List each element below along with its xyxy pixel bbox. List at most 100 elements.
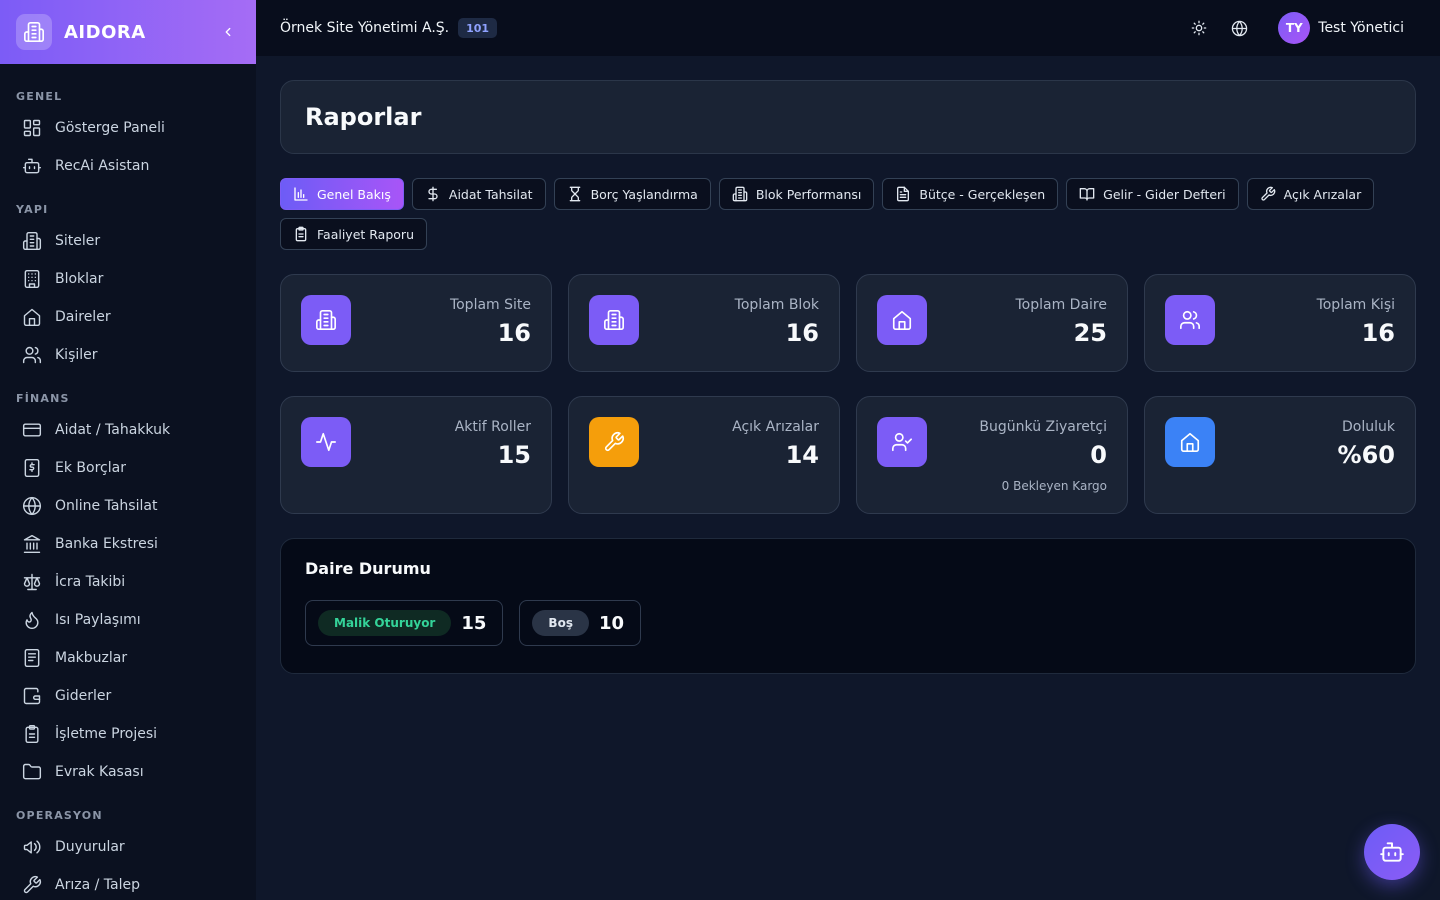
sidebar-item-duyurular[interactable]: Duyurular (8, 828, 248, 866)
dollar-doc-icon (24, 458, 40, 478)
sidebar-item-isletme-projesi[interactable]: İşletme Projesi (8, 715, 248, 753)
tab-label: Genel Bakış (317, 186, 391, 202)
sidebar-item-label: Daireler (55, 309, 111, 325)
home-icon (23, 308, 41, 327)
stat-card-toplam-site: Toplam Site 16 (280, 274, 552, 372)
sidebar-item-isi-paylasimi[interactable]: Isı Paylaşımı (8, 601, 248, 639)
hourglass-icon (569, 186, 580, 202)
sidebar-item-label: Duyurular (55, 839, 125, 855)
credit-card-icon (22, 423, 42, 437)
sidebar-item-evrak-kasasi[interactable]: Evrak Kasası (8, 753, 248, 791)
tab-label: Blok Performansı (755, 186, 862, 202)
tab-aidat-tahsilat[interactable]: Aidat Tahsilat (411, 178, 546, 210)
stat-card-icon (877, 295, 927, 345)
sidebar-item-label: Gösterge Paneli (55, 120, 165, 136)
apartment-status-list: Malik Oturuyor 15 Boş 10 (305, 600, 1391, 646)
wrench-icon (23, 875, 42, 894)
sidebar-item-label: Ek Borçlar (55, 460, 126, 476)
tab-label: Açık Arızalar (1283, 186, 1362, 202)
sidebar-item-banka-ekstresi[interactable]: Banka Ekstresi (8, 525, 248, 563)
bar-chart-icon (294, 187, 308, 201)
sidebar-item-giderler[interactable]: Giderler (8, 677, 248, 715)
stat-card-icon (589, 417, 639, 467)
dashboard-icon (23, 119, 41, 137)
sidebar-item-siteler[interactable]: Siteler (8, 222, 248, 260)
report-tabs: Genel Bakış Aidat Tahsilat Borç Yaşlandırm… (280, 178, 1420, 258)
user-name: Test Yönetici (1318, 20, 1404, 36)
sidebar-section-title: OPERASYON (16, 809, 103, 822)
tab-faaliyet-raporu[interactable]: Faaliyet Raporu (280, 218, 427, 250)
tab-blok-performansi[interactable]: Blok Performansı (718, 178, 875, 210)
dollar-icon (428, 186, 438, 202)
collapse-sidebar-button[interactable] (218, 22, 238, 42)
sidebar-item-label: Evrak Kasası (55, 764, 144, 780)
stat-card-bugunku-ziyaretci: Bugünkü Ziyaretçi 0 0 Bekleyen Kargo (856, 396, 1128, 514)
tab-label: Faaliyet Raporu (317, 226, 414, 242)
sidebar-item-label: Aidat / Tahakkuk (55, 422, 171, 438)
sidebar-item-kisiler[interactable]: Kişiler (8, 336, 248, 374)
stat-card-icon (1165, 417, 1215, 467)
globe-icon (22, 496, 42, 516)
stat-card-toplam-blok: Toplam Blok 16 (568, 274, 840, 372)
sidebar-item-label: Arıza / Talep (55, 877, 140, 893)
stats-grid: Toplam Site 16 Toplam Blok 16 Toplam Daire 25… (280, 274, 1416, 514)
wrench-icon (604, 432, 624, 452)
chevron-left-icon (225, 27, 231, 37)
folder-icon (22, 763, 42, 780)
sidebar-item-label: Bloklar (55, 271, 104, 287)
sidebar-item-bloklar[interactable]: Bloklar (8, 260, 248, 298)
sidebar-item-daireler[interactable]: Daireler (8, 298, 248, 336)
apartment-status-panel: Daire Durumu Malik Oturuyor 15 Boş 10 (280, 538, 1416, 674)
stat-card-doluluk: Doluluk %60 (1144, 396, 1416, 514)
stat-sublabel: 0 Bekleyen Kargo (1001, 479, 1107, 493)
language-button[interactable] (1224, 13, 1254, 43)
tab-acik-arizalar[interactable]: Açık Arızalar (1246, 178, 1375, 210)
theme-toggle-button[interactable] (1184, 13, 1214, 43)
main-content: Raporlar Genel Bakış Aidat Tahsilat Borç Y… (256, 56, 1440, 900)
sidebar-item-label: Siteler (55, 233, 101, 249)
user-check-icon (892, 432, 912, 452)
sidebar-section-title: FİNANS (16, 392, 70, 405)
tab-borc-yaslandirma[interactable]: Borç Yaşlandırma (553, 178, 711, 210)
user-menu[interactable]: TY Test Yönetici (1278, 12, 1416, 44)
apartment-status-bos: Boş 10 (519, 600, 642, 646)
sidebar-item-label: Giderler (55, 688, 112, 704)
sidebar-item-recai-asistan[interactable]: RecAi Asistan (8, 147, 248, 185)
sidebar-item-label: Kişiler (55, 347, 98, 363)
tab-butce-gerceklesen[interactable]: Bütçe - Gerçekleşen (882, 178, 1059, 210)
sidebar-item-aidat-tahakkuk[interactable]: Aidat / Tahakkuk (8, 411, 248, 449)
sidebar-item-icra-takibi[interactable]: İcra Takibi (8, 563, 248, 601)
building-icon (732, 186, 748, 202)
tab-genel-bakis[interactable]: Genel Bakış (280, 178, 404, 210)
stat-card-icon (301, 417, 351, 467)
topbar: Örnek Site Yönetimi A.Ş. 101 TY Test Yön… (256, 0, 1440, 56)
status-count: 15 (461, 612, 487, 634)
sidebar-section-title: GENEL (16, 90, 63, 103)
sidebar-item-ek-borclar[interactable]: Ek Borçlar (8, 449, 248, 487)
brand-header: AIDORA (0, 0, 256, 64)
activity-icon (316, 432, 336, 452)
tab-label: Aidat Tahsilat (448, 186, 533, 202)
stat-card-aktif-roller: Aktif Roller 15 (280, 396, 552, 514)
sidebar-item-label: İcra Takibi (55, 574, 126, 590)
tab-gelir-gider-defteri[interactable]: Gelir - Gider Defteri (1066, 178, 1239, 210)
sidebar-item-online-tahsilat[interactable]: Online Tahsilat (8, 487, 248, 525)
sidebar-nav: GENEL Gösterge Paneli RecAi Asistan YAPI Sit… (0, 90, 256, 900)
flame-icon (25, 611, 39, 630)
sun-icon (1191, 20, 1207, 36)
sidebar-item-makbuzlar[interactable]: Makbuzlar (8, 639, 248, 677)
receipt-icon (24, 648, 40, 668)
sidebar-item-label: İşletme Projesi (55, 726, 158, 742)
bot-icon (1380, 842, 1404, 862)
home-icon (892, 310, 912, 330)
sidebar-item-label: Isı Paylaşımı (55, 612, 141, 628)
sidebar-item-label: Online Tahsilat (55, 498, 158, 514)
assistant-fab-button[interactable] (1364, 824, 1420, 880)
sidebar-item-label: Makbuzlar (55, 650, 128, 666)
tab-label: Bütçe - Gerçekleşen (919, 186, 1046, 202)
status-count: 10 (598, 612, 625, 634)
sidebar-item-gosterge-paneli[interactable]: Gösterge Paneli (8, 109, 248, 147)
sidebar-item-ariza-talep[interactable]: Arıza / Talep (8, 866, 248, 900)
bot-icon (22, 158, 42, 174)
stat-card-icon (1165, 295, 1215, 345)
